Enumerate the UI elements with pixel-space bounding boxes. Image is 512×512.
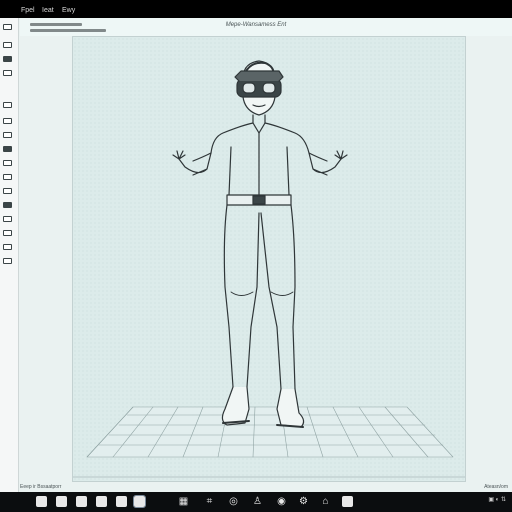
grid-icon[interactable] xyxy=(3,230,12,236)
layers-icon[interactable] xyxy=(56,496,67,507)
file-icon[interactable] xyxy=(36,496,47,507)
person-icon[interactable]: ♙ xyxy=(252,496,263,507)
text-icon[interactable] xyxy=(3,160,12,166)
zoom-icon[interactable] xyxy=(3,188,12,194)
status-left: Eeep ir Bssaatporr xyxy=(20,484,62,490)
drawing-canvas[interactable] xyxy=(72,36,466,482)
menu-edit[interactable]: Ieat xyxy=(42,7,54,14)
fill-icon[interactable] xyxy=(3,146,12,152)
calendar-icon[interactable] xyxy=(96,496,107,507)
shape-icon[interactable] xyxy=(3,174,12,180)
app-window: Fpel Ieat Ewy Mepe-Wansamess Ent Eeep ir… xyxy=(0,0,512,512)
menu-bar: Fpel Ieat Ewy xyxy=(0,0,512,18)
settings-icon[interactable] xyxy=(3,258,12,264)
grid-icon[interactable]: ▦ xyxy=(178,496,189,507)
pencil-icon[interactable] xyxy=(3,42,12,48)
toolbar-placeholder-text xyxy=(30,29,106,32)
layers-icon[interactable] xyxy=(3,56,12,62)
mirror-icon[interactable] xyxy=(3,244,12,250)
hand-icon[interactable] xyxy=(3,132,12,138)
lock-icon[interactable]: ⌂ xyxy=(320,496,331,507)
globe-icon[interactable]: ◎ xyxy=(228,496,239,507)
select-icon[interactable] xyxy=(3,102,12,108)
transform-icon[interactable] xyxy=(3,216,12,222)
camera-icon[interactable]: ◉ xyxy=(276,496,287,507)
mail-icon[interactable] xyxy=(116,496,127,507)
status-right: Ateasn/om xyxy=(484,484,508,490)
canvas-title: Mepe-Wansamess Ent xyxy=(225,22,287,28)
folder-icon[interactable] xyxy=(76,496,87,507)
crop-icon[interactable] xyxy=(3,118,12,124)
settings-icon[interactable]: ⚙ xyxy=(298,496,309,507)
sketch-figure xyxy=(73,60,465,478)
crop-icon[interactable]: ⌗ xyxy=(204,496,215,507)
floor-grid xyxy=(86,406,454,458)
lock-icon[interactable] xyxy=(342,496,353,507)
menu-view[interactable]: Ewy xyxy=(62,7,75,14)
brush-icon[interactable] xyxy=(3,24,12,30)
taskbar: ▦ ⌗ ◎ ♙ ◉ ⚙ ⌂ ▣ ◐ ⇅ xyxy=(0,492,512,512)
tool-sidebar xyxy=(0,18,19,492)
toolbar-strip: Mepe-Wansamess Ent xyxy=(20,18,512,36)
chevron-right-icon[interactable] xyxy=(133,495,146,508)
system-tray-icon[interactable]: ▣ ◐ ⇅ xyxy=(488,496,506,503)
eraser-icon[interactable] xyxy=(3,70,12,76)
menu-file[interactable]: Fpel xyxy=(21,7,35,14)
move-icon[interactable] xyxy=(3,202,12,208)
